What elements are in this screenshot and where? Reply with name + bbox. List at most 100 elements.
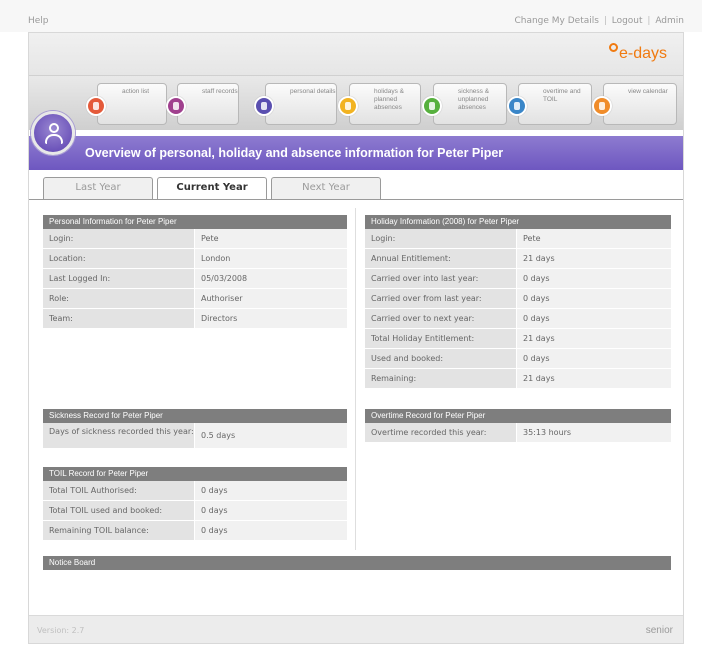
nav-label: staff records (202, 88, 238, 95)
row-label: Login: (365, 229, 517, 248)
table-row: Overtime recorded this year: 35:13 hours (365, 423, 671, 443)
nav-sickness[interactable]: sickness & unplanned absences (422, 83, 507, 125)
row-label: Used and booked: (365, 349, 517, 368)
change-details-link[interactable]: Change My Details (514, 16, 598, 26)
help-link[interactable]: Help (28, 16, 49, 26)
row-value: 21 days (517, 369, 671, 388)
row-value: 0 days (517, 309, 671, 328)
row-value: 05/03/2008 (195, 269, 347, 288)
table-row: Annual Entitlement: 21 days (365, 249, 671, 269)
sickness-section: Sickness Record for Peter Piper Days of … (43, 409, 347, 449)
row-value: 0 days (517, 269, 671, 288)
top-links: Change My Details | Logout | Admin (514, 16, 684, 26)
row-label: Carried over to next year: (365, 309, 517, 328)
logo-text: e-days (618, 45, 667, 62)
row-label: Carried over from last year: (365, 289, 517, 308)
section-heading: Sickness Record for Peter Piper (43, 409, 347, 423)
table-row: Carried over to next year: 0 days (365, 309, 671, 329)
row-label: Total TOIL Authorised: (43, 481, 195, 500)
page-title: Overview of personal, holiday and absenc… (85, 146, 504, 160)
table-row: Carried over into last year: 0 days (365, 269, 671, 289)
footer: Version: 2.7 senior (29, 615, 683, 643)
row-label: Team: (43, 309, 195, 328)
row-label: Remaining: (365, 369, 517, 388)
table-row: Remaining: 21 days (365, 369, 671, 389)
top-bar: Help Change My Details | Logout | Admin (0, 0, 702, 32)
overtime-section: Overtime Record for Peter Piper Overtime… (365, 409, 671, 443)
row-value: Pete (517, 229, 671, 248)
table-row: Total Holiday Entitlement: 21 days (365, 329, 671, 349)
row-value: 21 days (517, 329, 671, 348)
nav-personal-details[interactable]: personal details (254, 83, 337, 125)
row-value: London (195, 249, 347, 268)
table-row: Carried over from last year: 0 days (365, 289, 671, 309)
user-avatar-icon (31, 111, 75, 155)
logout-link[interactable]: Logout (612, 16, 643, 26)
calendar-icon (592, 96, 612, 116)
nav-label: personal details (290, 88, 336, 95)
toil-section: TOIL Record for Peter Piper Total TOIL A… (43, 467, 347, 541)
tab-current-year[interactable]: Current Year (157, 177, 267, 200)
holiday-info-section: Holiday Information (2008) for Peter Pip… (365, 215, 671, 389)
nav-label: sickness & unplanned absences (458, 88, 490, 111)
row-label: Location: (43, 249, 195, 268)
table-row: Remaining TOIL balance: 0 days (43, 521, 347, 541)
row-value: 0.5 days (195, 423, 347, 448)
nav-staff-records[interactable]: staff records (166, 83, 239, 125)
row-value: Authoriser (195, 289, 347, 308)
app-frame: e-days action list staff records persona… (28, 32, 684, 644)
row-label: Role: (43, 289, 195, 308)
overtime-icon (507, 96, 527, 116)
nav-action-list[interactable]: action list (86, 83, 167, 125)
sickness-icon (422, 96, 442, 116)
table-row: Total TOIL Authorised: 0 days (43, 481, 347, 501)
row-label: Login: (43, 229, 195, 248)
table-row: Total TOIL used and booked: 0 days (43, 501, 347, 521)
edays-logo: e-days (608, 43, 667, 63)
nav-overtime-toil[interactable]: overtime and TOIL (507, 83, 592, 125)
nav-label: action list (122, 88, 150, 95)
nav-bar: action list staff records personal detai… (29, 76, 683, 130)
nav-label: view calendar (628, 88, 668, 95)
action-list-icon (86, 96, 106, 116)
staff-records-icon (166, 96, 186, 116)
row-label: Overtime recorded this year: (365, 423, 517, 442)
section-heading: Holiday Information (2008) for Peter Pip… (365, 215, 671, 229)
row-label: Remaining TOIL balance: (43, 521, 195, 540)
tab-underline (29, 199, 683, 200)
personal-details-icon (254, 96, 274, 116)
table-row: Login: Pete (43, 229, 347, 249)
tab-last-year[interactable]: Last Year (43, 177, 153, 199)
table-row: Team: Directors (43, 309, 347, 329)
table-row: Login: Pete (365, 229, 671, 249)
row-value: 35:13 hours (517, 423, 671, 442)
row-label: Total Holiday Entitlement: (365, 329, 517, 348)
logo-dot-icon (608, 43, 618, 52)
nav-holidays[interactable]: holidays & planned absences (338, 83, 421, 125)
row-label: Days of sickness recorded this year: (43, 423, 195, 448)
holidays-icon (338, 96, 358, 116)
logo-band: e-days (29, 33, 683, 76)
version-text: Version: 2.7 (37, 626, 85, 635)
row-label: Annual Entitlement: (365, 249, 517, 268)
table-row: Role: Authoriser (43, 289, 347, 309)
nav-view-calendar[interactable]: view calendar (592, 83, 677, 125)
table-row: Last Logged In: 05/03/2008 (43, 269, 347, 289)
notice-board-heading: Notice Board (43, 556, 671, 570)
section-heading: TOIL Record for Peter Piper (43, 467, 347, 481)
row-value: 0 days (195, 521, 347, 540)
row-value: Directors (195, 309, 347, 328)
section-heading: Overtime Record for Peter Piper (365, 409, 671, 423)
row-value: 0 days (195, 481, 347, 500)
admin-link[interactable]: Admin (655, 16, 684, 26)
row-value: 0 days (195, 501, 347, 520)
row-value: Pete (195, 229, 347, 248)
row-label: Last Logged In: (43, 269, 195, 288)
section-heading: Personal Information for Peter Piper (43, 215, 347, 229)
row-value: 21 days (517, 249, 671, 268)
row-label: Carried over into last year: (365, 269, 517, 288)
table-row: Used and booked: 0 days (365, 349, 671, 369)
nav-label: overtime and TOIL (543, 88, 581, 103)
table-row: Days of sickness recorded this year: 0.5 … (43, 423, 347, 449)
tab-next-year[interactable]: Next Year (271, 177, 381, 199)
